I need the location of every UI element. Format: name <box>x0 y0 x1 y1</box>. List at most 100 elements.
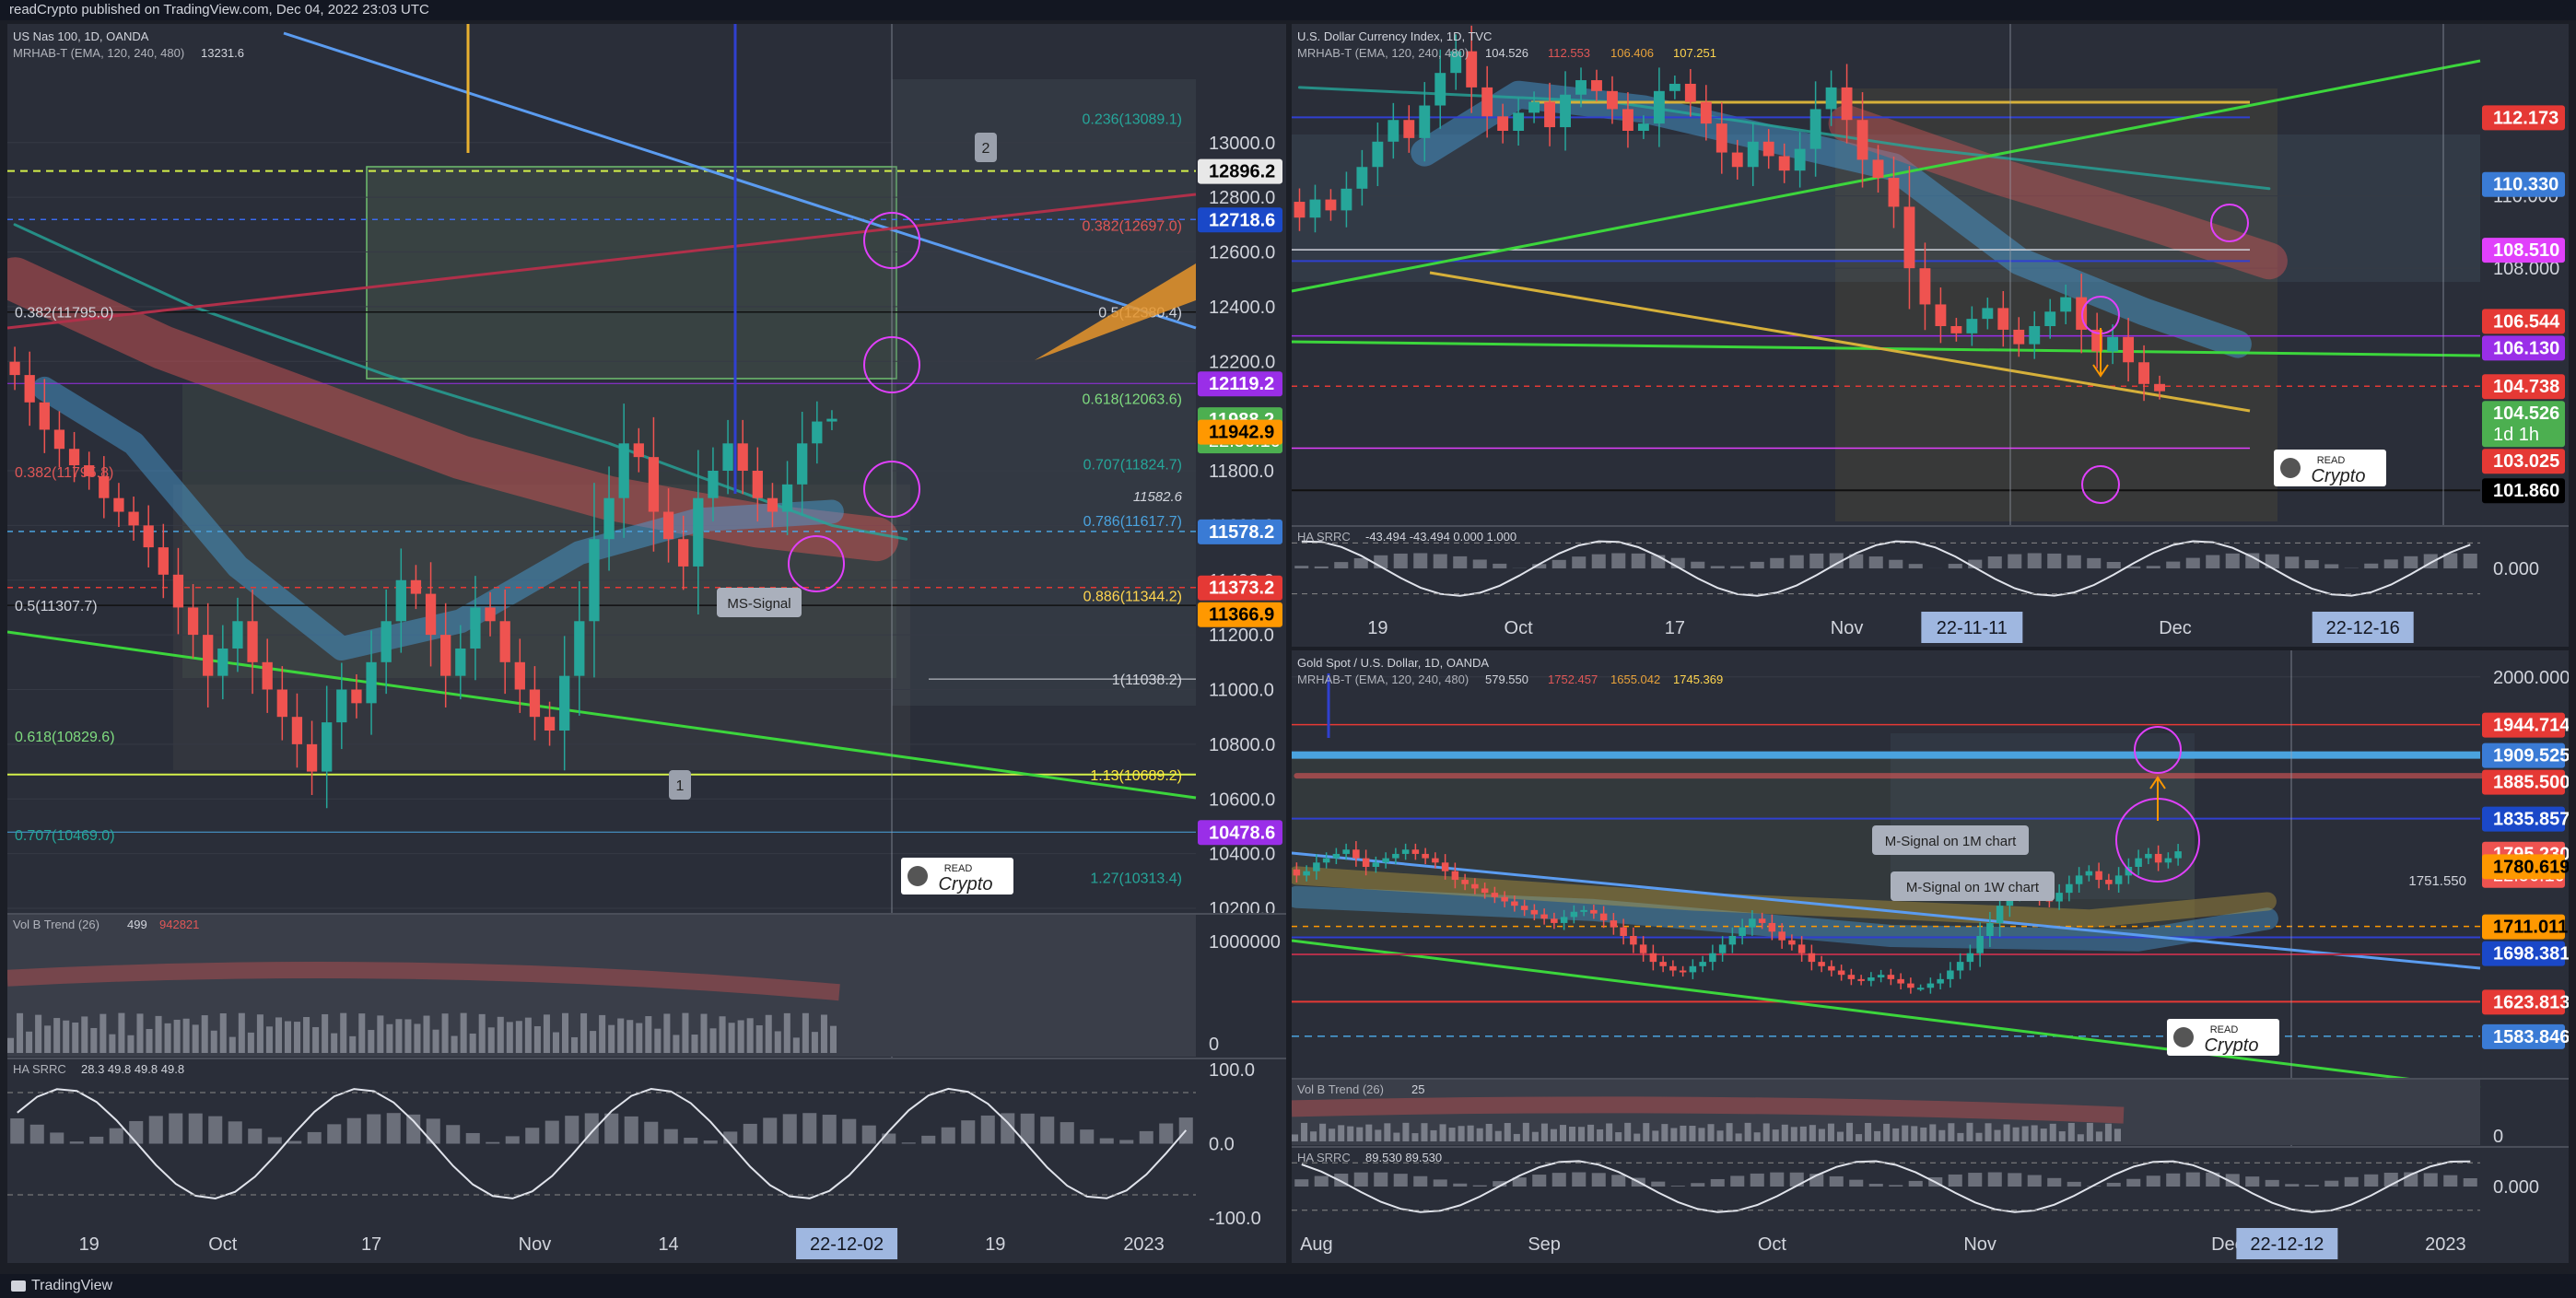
candle-body <box>2029 326 2041 345</box>
candle-body <box>1731 152 1743 168</box>
histogram-bar <box>2166 561 2181 568</box>
volume-bar <box>1957 1132 1964 1141</box>
volume-bar <box>2077 1134 2084 1141</box>
histogram-bar <box>327 1124 342 1144</box>
candle-body <box>1372 141 1384 168</box>
candle-body <box>708 471 719 498</box>
chart-panel-nasdaq[interactable]: 13000.0 12800.0 12600.0 12400.0 12200.0 11800… <box>7 24 1286 1263</box>
histogram-bar <box>69 1141 84 1144</box>
histogram-bar <box>1353 1172 1368 1187</box>
y-tick-label: 10200.0 <box>1209 899 1275 919</box>
histogram-bar <box>1493 563 1507 568</box>
histogram-bar <box>1670 1186 1685 1187</box>
volume-bar <box>774 1031 781 1053</box>
volume-bar <box>562 1012 569 1053</box>
candle-body <box>1481 888 1489 894</box>
histogram-bar <box>1139 1130 1153 1144</box>
footer-brand[interactable]: TradingView <box>31 1278 112 1293</box>
x-tick-label: Nov <box>519 1234 552 1255</box>
dxy-chart-svg[interactable]: 110.000108.000112.173110.330108.510106.5… <box>1292 24 2569 647</box>
volume-bar <box>1597 1128 1604 1141</box>
candle-body <box>1451 871 1459 881</box>
candle-body <box>1739 927 1746 936</box>
histogram-bar <box>29 1124 44 1144</box>
volume-bar <box>2104 1123 2112 1141</box>
price-label-sub: 1d 1h <box>2493 425 2539 445</box>
x-tick-label: 19 <box>79 1234 100 1255</box>
histogram-bar <box>1294 566 1309 568</box>
candle-body <box>1392 853 1399 859</box>
histogram-bar <box>684 1138 698 1144</box>
histogram-bar <box>1770 1172 1785 1187</box>
volume-bar <box>81 1016 88 1053</box>
histogram-bar <box>2146 1175 2160 1187</box>
candle-body <box>1471 883 1479 889</box>
histogram-bar <box>505 1136 520 1144</box>
x-tick-label: Oct <box>1505 618 1534 638</box>
indicator-value: 1752.457 <box>1548 672 1598 686</box>
candle-body <box>1401 849 1410 854</box>
volume-bar <box>1762 1123 1770 1141</box>
candle-body <box>1788 940 1796 945</box>
volume-bar <box>1902 1125 1909 1141</box>
histogram-bar <box>1691 561 1705 568</box>
histogram-bar <box>1393 553 1408 568</box>
candle-body <box>574 621 585 676</box>
gold-chart-svg[interactable]: 2000.000 1944.714 1909.525 1885.500 1835.857… <box>1292 650 2569 1263</box>
histogram-bar <box>169 1113 183 1144</box>
candle-body <box>2105 880 2113 884</box>
candle-body <box>2060 297 2072 312</box>
histogram-bar <box>1099 1138 1114 1144</box>
histogram-bar <box>2443 1175 2458 1187</box>
histogram-bar <box>1750 1173 1764 1187</box>
chart-panel-gold[interactable]: 2000.000 1944.714 1909.525 1885.500 1835.857… <box>1292 650 2569 1263</box>
volume-bar <box>294 1022 301 1053</box>
histogram-bar <box>1809 553 1824 568</box>
watermark-logo-icon <box>2173 1027 2194 1047</box>
sub-pane-values: -43.494 -43.494 0.000 1.000 <box>1365 530 1516 544</box>
x-tick-label: 19 <box>985 1234 1005 1255</box>
fib-label: 0.618(12063.6) <box>1082 392 1182 408</box>
volume-bar <box>654 1028 662 1053</box>
volume-bar <box>219 1012 227 1053</box>
price-label: 101.860 <box>2493 481 2559 501</box>
nasdaq-chart-svg[interactable]: 13000.0 12800.0 12600.0 12400.0 12200.0 11800… <box>7 24 1286 1263</box>
sub-pane-values: 28.3 49.8 49.8 49.8 <box>81 1062 184 1076</box>
volume-bar <box>451 1035 458 1053</box>
candle-body <box>662 511 674 540</box>
chart-panel-dxy[interactable]: 110.000108.000112.173110.330108.510106.5… <box>1292 24 2569 647</box>
watermark-line1: READ <box>2210 1024 2239 1035</box>
volume-bar <box>312 1026 320 1053</box>
histogram-bar <box>2404 555 2418 568</box>
histogram-bar <box>148 1116 163 1144</box>
sub-pane-title: Vol B Trend (26) <box>13 918 100 931</box>
histogram-bar <box>346 1117 361 1144</box>
volume-bar <box>580 1012 588 1053</box>
candle-body <box>826 418 837 422</box>
sub-pane-title: HA SRRC <box>1297 530 1351 544</box>
candle-body <box>2123 336 2135 363</box>
x-tick-label: Dec <box>2159 618 2192 638</box>
candle-body <box>1935 304 1947 326</box>
histogram-bar <box>1651 1181 1666 1187</box>
price-label: 11373.2 <box>1209 579 1274 599</box>
chart-title: U.S. Dollar Currency Index, 1D, TVC <box>1297 29 1492 43</box>
candle-body <box>812 421 823 444</box>
price-label: 1698.381 <box>2493 944 2569 965</box>
price-label: 1583.846 <box>2493 1027 2569 1047</box>
candle-body <box>1669 83 1680 91</box>
histogram-bar <box>2304 559 2319 568</box>
price-label: 104.738 <box>2493 377 2559 397</box>
histogram-bar <box>1889 1185 1903 1187</box>
sub-pane-title: HA SRRC <box>1297 1151 1351 1164</box>
volume-bar <box>247 1032 254 1053</box>
candle-body <box>499 621 510 662</box>
histogram-bar <box>1294 1179 1309 1187</box>
price-label: 103.025 <box>2493 451 2559 472</box>
histogram-bar <box>1789 555 1804 568</box>
volume-bar <box>1680 1125 1687 1141</box>
histogram-bar <box>604 1113 619 1144</box>
volume-bar <box>1975 1132 1983 1141</box>
histogram-bar <box>2344 1176 2359 1187</box>
candle-body <box>247 621 258 662</box>
